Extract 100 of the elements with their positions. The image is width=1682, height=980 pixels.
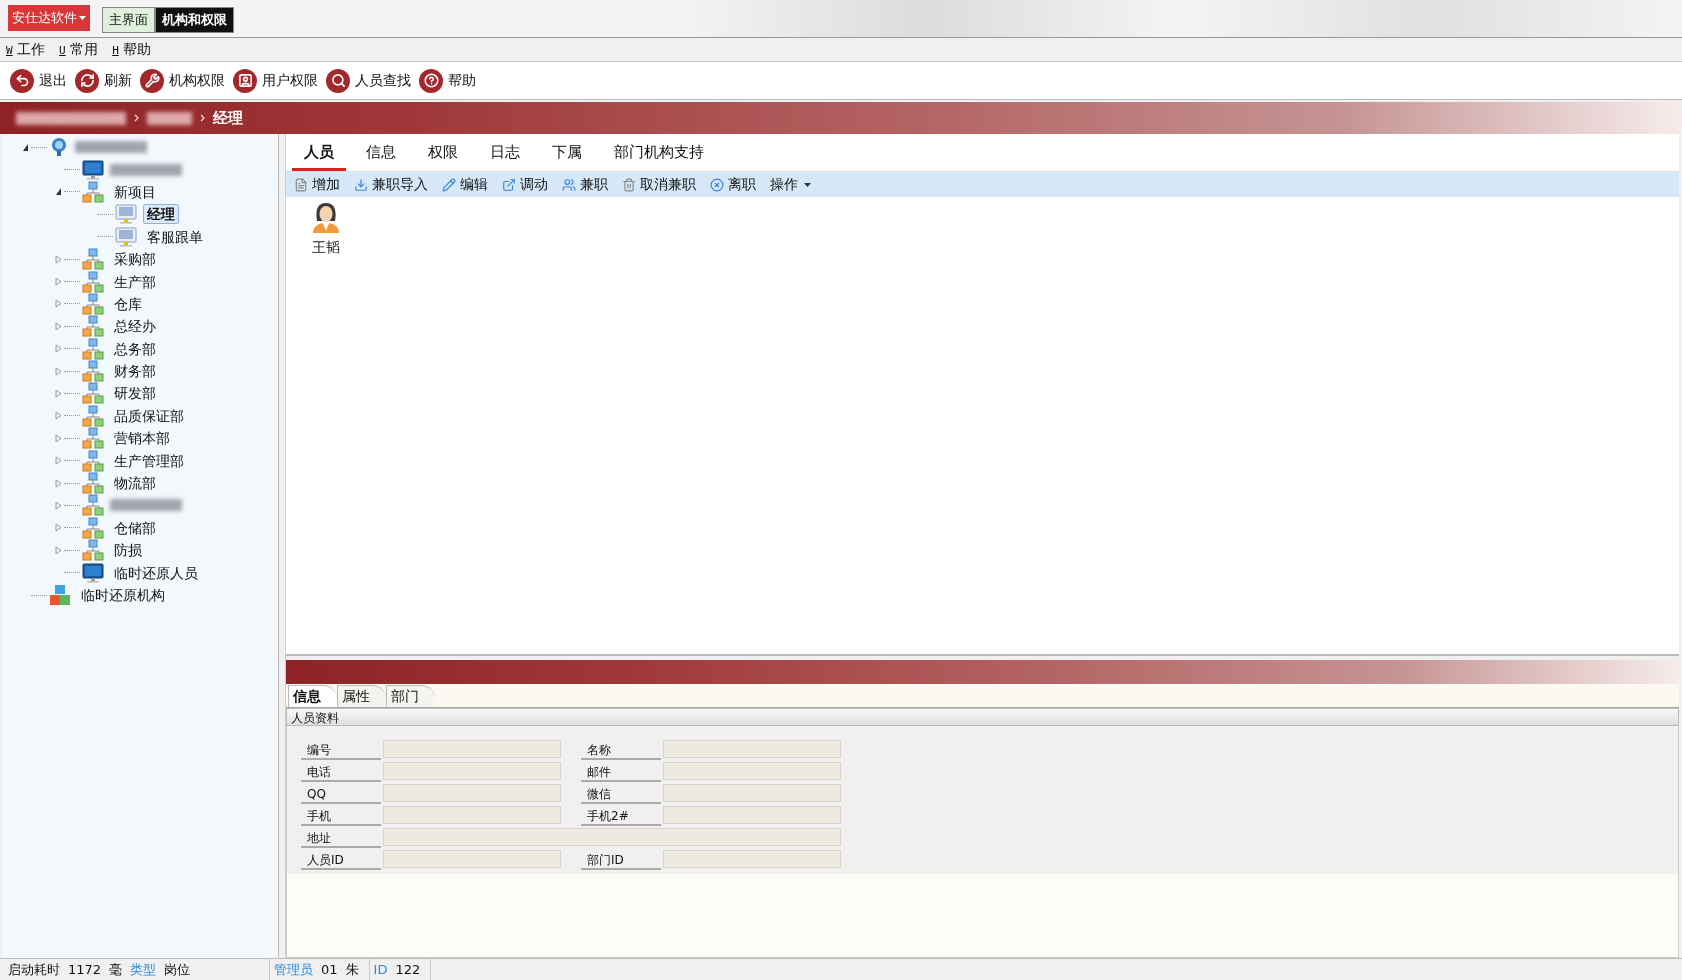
tab[interactable]: 信息 xyxy=(354,137,408,171)
network-icon xyxy=(82,404,104,427)
menu-item[interactable]: H 帮助 xyxy=(112,39,152,60)
users-icon xyxy=(562,177,576,192)
collapse-arrow-icon[interactable] xyxy=(21,142,29,152)
tree-item[interactable]: 临时还原机构 xyxy=(77,585,169,605)
tree-item[interactable]: 品质保证部 xyxy=(110,405,188,426)
status-text: 122 xyxy=(395,960,421,979)
toolbar-button[interactable]: 刷新 xyxy=(75,65,132,96)
field-label: 微信 xyxy=(581,784,661,804)
input-field[interactable] xyxy=(663,850,841,868)
detail-tab[interactable]: 部门 xyxy=(386,685,435,707)
tree-item[interactable]: 财务部 xyxy=(110,361,160,382)
network-icon xyxy=(82,382,104,405)
expand-arrow-icon[interactable] xyxy=(54,299,62,309)
tree-item[interactable]: 总务部 xyxy=(110,338,160,359)
action-button[interactable]: 编辑 xyxy=(442,174,488,195)
collapse-arrow-icon[interactable] xyxy=(54,187,62,197)
network-icon xyxy=(82,360,104,383)
field-label: 编号 xyxy=(301,740,381,760)
expand-arrow-icon[interactable] xyxy=(54,366,62,376)
tree-item[interactable]: 客服跟单 xyxy=(143,226,207,247)
expand-arrow-icon[interactable] xyxy=(54,254,62,264)
toolbar-button[interactable]: 用户权限 xyxy=(233,65,318,96)
tree-item[interactable]: 仓库 xyxy=(110,293,146,314)
tree-item[interactable]: 经理 xyxy=(143,204,179,225)
window-tab[interactable]: 主界面 xyxy=(102,7,155,33)
expand-arrow-icon[interactable] xyxy=(54,411,62,421)
field-label: 电话 xyxy=(301,762,381,782)
action-button[interactable]: 兼职 xyxy=(562,174,608,195)
action-button[interactable]: 兼职导入 xyxy=(354,174,428,195)
input-field[interactable] xyxy=(663,806,841,824)
monitor-icon xyxy=(82,159,104,180)
menu-item[interactable]: U 常用 xyxy=(59,39,99,60)
breadcrumb-item[interactable]: 经理 xyxy=(213,106,243,130)
input-field[interactable] xyxy=(383,784,561,802)
toolbar-button[interactable]: 退出 xyxy=(10,65,67,96)
operations-dropdown[interactable]: 操作 xyxy=(770,174,811,195)
toolbar-button[interactable]: 机构权限 xyxy=(140,65,225,96)
tree-item[interactable]: 物流部 xyxy=(110,473,160,494)
input-field[interactable] xyxy=(663,762,841,780)
document-icon xyxy=(294,177,308,192)
expand-arrow-icon[interactable] xyxy=(54,523,62,533)
help-icon xyxy=(419,68,443,93)
tab[interactable]: 日志 xyxy=(478,137,532,171)
action-button[interactable]: 取消兼职 xyxy=(622,174,696,195)
tab[interactable]: 权限 xyxy=(416,137,470,171)
input-field[interactable] xyxy=(383,762,561,780)
person-name[interactable]: 王韬 xyxy=(312,237,340,258)
tree-item[interactable]: 临时还原人员 xyxy=(110,562,202,583)
network-icon xyxy=(82,539,104,562)
tab[interactable]: 下属 xyxy=(540,137,594,171)
expand-arrow-icon[interactable] xyxy=(54,545,62,555)
search-icon xyxy=(326,68,350,93)
tree-item[interactable]: 仓储部 xyxy=(110,517,160,538)
tree-item[interactable]: 生产管理部 xyxy=(110,450,188,471)
tab[interactable]: 部门机构支持 xyxy=(602,137,716,171)
field-label: 地址 xyxy=(301,828,381,848)
field-label: 人员ID xyxy=(301,850,381,870)
input-field[interactable] xyxy=(383,828,841,846)
status-text: 朱 xyxy=(345,960,359,979)
field-label: 手机2# xyxy=(581,806,661,826)
input-field[interactable] xyxy=(383,806,561,824)
expand-arrow-icon[interactable] xyxy=(54,277,62,287)
tree-item[interactable]: 研发部 xyxy=(110,383,160,404)
status-label: 类型 xyxy=(130,960,157,979)
input-field[interactable] xyxy=(663,784,841,802)
toolbar-button[interactable]: 帮助 xyxy=(419,65,476,96)
action-button[interactable]: 离职 xyxy=(710,174,756,195)
tree-item[interactable]: 营销本部 xyxy=(110,428,174,449)
input-field[interactable] xyxy=(663,740,841,758)
expand-arrow-icon[interactable] xyxy=(54,500,62,510)
network-icon xyxy=(82,292,104,315)
detail-tab[interactable]: 属性 xyxy=(337,685,386,707)
input-field[interactable] xyxy=(383,740,561,758)
detail-tab[interactable]: 信息 xyxy=(288,685,337,707)
menu-item[interactable]: W 工作 xyxy=(6,39,46,60)
trash-icon xyxy=(622,177,636,192)
expand-arrow-icon[interactable] xyxy=(54,321,62,331)
expand-arrow-icon[interactable] xyxy=(54,478,62,488)
tree-item[interactable]: 采购部 xyxy=(110,249,160,270)
tree-item[interactable]: 生产部 xyxy=(110,271,160,292)
expand-arrow-icon[interactable] xyxy=(54,456,62,466)
tree-item[interactable]: 总经办 xyxy=(110,316,160,337)
action-button[interactable]: 调动 xyxy=(502,174,548,195)
tree-item[interactable]: 防损 xyxy=(110,540,146,561)
toolbar-button[interactable]: 人员查找 xyxy=(326,65,411,96)
network-icon xyxy=(82,337,104,360)
action-button[interactable]: 增加 xyxy=(294,174,340,195)
tree-item[interactable]: 新项目 xyxy=(110,181,160,202)
expand-arrow-icon[interactable] xyxy=(54,344,62,354)
expand-arrow-icon[interactable] xyxy=(54,389,62,398)
expand-arrow-icon[interactable] xyxy=(54,433,62,443)
status-label: 管理员 xyxy=(274,960,313,979)
status-text: 毫 xyxy=(109,960,123,979)
app-menu-button[interactable]: 安仕达软件 xyxy=(8,5,90,31)
network-icon xyxy=(82,180,104,203)
network-icon xyxy=(82,472,104,495)
window-tab[interactable]: 机构和权限 xyxy=(155,7,234,33)
input-field[interactable] xyxy=(383,850,561,868)
